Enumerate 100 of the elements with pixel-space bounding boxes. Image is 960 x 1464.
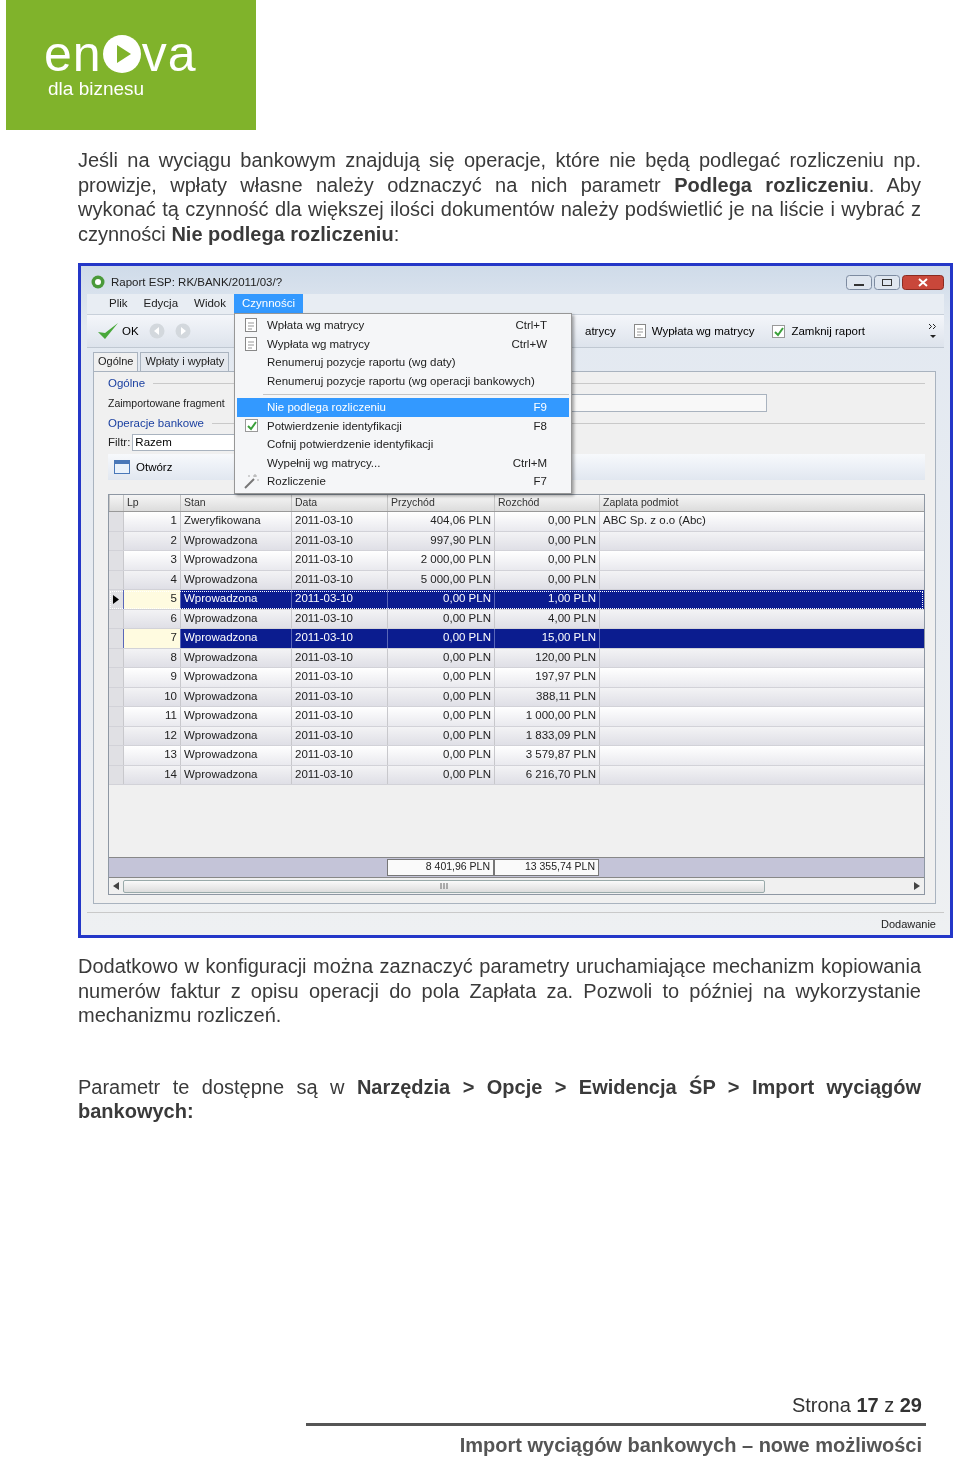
table-cell: 2011-03-10 bbox=[291, 570, 387, 589]
table-cell: 2011-03-10 bbox=[291, 609, 387, 628]
table-cell: 8 bbox=[123, 648, 180, 667]
table-cell: Wprowadzona bbox=[180, 648, 291, 667]
field-label: Zaimportowane fragment bbox=[108, 397, 224, 409]
menu-item[interactable]: Wypełnij wg matrycy... Ctrl+M bbox=[237, 453, 569, 472]
table-row[interactable]: 3 Wprowadzona 2011-03-10 2 000,00 PLN 0,00 PLN bbox=[109, 551, 924, 571]
forward-icon[interactable] bbox=[174, 323, 191, 339]
shortcut-label: F7 bbox=[533, 475, 547, 488]
table-cell: 0,00 PLN bbox=[387, 746, 494, 765]
menu-bar-item[interactable]: Edycja bbox=[135, 294, 187, 314]
scroll-right-icon[interactable] bbox=[914, 882, 920, 890]
status-text: Dodawanie bbox=[880, 918, 936, 930]
menu-item[interactable]: Renumeruj pozycje raportu (wg operacji bankowych) bbox=[237, 371, 569, 390]
total-value: 13 355,74 PLN bbox=[494, 859, 599, 876]
close-button[interactable] bbox=[902, 274, 944, 290]
table-row[interactable]: 5 Wprowadzona 2011-03-10 0,00 PLN 1,00 PLN bbox=[109, 590, 924, 610]
table-cell: 11 bbox=[123, 707, 180, 726]
table-cell: ABC Sp. z o.o (Abc) bbox=[599, 512, 924, 531]
table-cell: 2011-03-10 bbox=[291, 629, 387, 648]
column-header[interactable]: Stan bbox=[180, 495, 291, 511]
table-cell: 0,00 PLN bbox=[387, 648, 494, 667]
minimize-button[interactable] bbox=[846, 274, 872, 290]
logo-text: va bbox=[141, 28, 197, 80]
shortcut-label: Ctrl+W bbox=[511, 337, 547, 350]
menu-bar-item[interactable]: Plik bbox=[101, 294, 136, 314]
column-header[interactable]: Lp bbox=[123, 495, 180, 511]
column-header[interactable]: Przychód bbox=[387, 495, 494, 511]
table-row[interactable]: 7 Wprowadzona 2011-03-10 0,00 PLN 15,00 PLN bbox=[109, 629, 924, 649]
table-row[interactable]: 1 Zweryfikowana 2011-03-10 404,06 PLN 0,00 PLN ABC Sp. z o.o (Abc) bbox=[109, 512, 924, 532]
table-row[interactable]: 12 Wprowadzona 2011-03-10 0,00 PLN 1 833,09 PLN bbox=[109, 726, 924, 746]
menu-item[interactable]: Renumeruj pozycje raportu (wg daty) bbox=[237, 353, 569, 372]
table-row[interactable]: 14 Wprowadzona 2011-03-10 0,00 PLN 6 216,70 PLN bbox=[109, 765, 924, 785]
scroll-left-icon[interactable] bbox=[113, 882, 119, 890]
table-row[interactable]: 2 Wprowadzona 2011-03-10 997,90 PLN 0,00 PLN bbox=[109, 531, 924, 551]
table-cell: 4 bbox=[123, 570, 180, 589]
table-cell: 2011-03-10 bbox=[291, 746, 387, 765]
table-cell: Zweryfikowana bbox=[180, 512, 291, 531]
menu-item-label: Potwierdzenie identyfikacji bbox=[267, 419, 403, 432]
maximize-button[interactable] bbox=[874, 274, 900, 290]
tab[interactable]: Ogólne bbox=[93, 352, 139, 371]
table-cell: 0,00 PLN bbox=[387, 668, 494, 687]
tab[interactable]: Wpłaty i wypłaty bbox=[140, 352, 230, 371]
table-cell: 10 bbox=[123, 687, 180, 706]
shortcut-label: F8 bbox=[533, 419, 547, 432]
ok-button[interactable]: OK bbox=[97, 321, 139, 341]
play-circle-icon bbox=[101, 34, 142, 74]
grip-icon bbox=[440, 883, 448, 889]
document-icon bbox=[633, 324, 646, 338]
menu-item-label: Rozliczenie bbox=[267, 475, 327, 488]
table-cell: 2011-03-10 bbox=[291, 531, 387, 550]
column-header[interactable]: Zaplata podmiot bbox=[599, 495, 924, 511]
table-cell: 2011-03-10 bbox=[291, 707, 387, 726]
chevron-icon[interactable] bbox=[928, 321, 938, 341]
table-cell: Wprowadzona bbox=[180, 707, 291, 726]
menu-item[interactable]: Rozliczenie F7 bbox=[237, 472, 569, 491]
shortcut-label: Ctrl+M bbox=[512, 456, 547, 469]
checkbox-icon bbox=[244, 419, 258, 433]
document-icon bbox=[245, 318, 257, 333]
toolbar-button[interactable]: Zamknij raport bbox=[772, 324, 865, 338]
magic-wand-icon bbox=[243, 473, 259, 490]
table-cell: Wprowadzona bbox=[180, 726, 291, 745]
table-cell: Wprowadzona bbox=[180, 570, 291, 589]
menu-bar-item[interactable]: Widok bbox=[186, 294, 234, 314]
row-header[interactable] bbox=[109, 590, 123, 609]
column-header[interactable]: Rozchód bbox=[494, 495, 599, 511]
menu-item-label: Cofnij potwierdzenie identyfikacji bbox=[267, 438, 435, 451]
table-row[interactable]: 11 Wprowadzona 2011-03-10 0,00 PLN 1 000,00 PLN bbox=[109, 707, 924, 727]
menu-item-label: Wypłata wg matrycy bbox=[267, 337, 371, 350]
table-row[interactable]: 10 Wprowadzona 2011-03-10 0,00 PLN 388,11 PLN bbox=[109, 687, 924, 707]
open-button[interactable]: Otwórz bbox=[114, 460, 173, 474]
menu-item[interactable]: Potwierdzenie identyfikacji F8 bbox=[237, 416, 569, 435]
table-cell: 0,00 PLN bbox=[494, 531, 599, 550]
table-cell: 2011-03-10 bbox=[291, 551, 387, 570]
scrollbar-thumb[interactable] bbox=[123, 879, 765, 893]
table-cell: Wprowadzona bbox=[180, 629, 291, 648]
table-cell: 0,00 PLN bbox=[387, 707, 494, 726]
table-row[interactable]: 8 Wprowadzona 2011-03-10 0,00 PLN 120,00 PLN bbox=[109, 648, 924, 668]
table-cell: 2011-03-10 bbox=[291, 590, 387, 609]
toolbar-button[interactable]: Wypłata wg matrycy bbox=[633, 324, 755, 338]
table-cell: Wprowadzona bbox=[180, 551, 291, 570]
toolbar-button[interactable]: atrycy bbox=[585, 325, 616, 337]
column-header[interactable]: Data bbox=[291, 495, 387, 511]
table-cell: 120,00 PLN bbox=[494, 648, 599, 667]
back-icon[interactable] bbox=[148, 323, 165, 339]
table-row[interactable]: 6 Wprowadzona 2011-03-10 0,00 PLN 4,00 PLN bbox=[109, 609, 924, 629]
table-row[interactable]: 4 Wprowadzona 2011-03-10 5 000,00 PLN 0,00 PLN bbox=[109, 570, 924, 590]
table-row[interactable]: 13 Wprowadzona 2011-03-10 0,00 PLN 3 579,87 PLN bbox=[109, 746, 924, 766]
table-cell: 0,00 PLN bbox=[494, 570, 599, 589]
table-cell: 15,00 PLN bbox=[494, 629, 599, 648]
table-cell: Wprowadzona bbox=[180, 609, 291, 628]
table-cell: 0,00 PLN bbox=[387, 609, 494, 628]
table-cell: 388,11 PLN bbox=[494, 687, 599, 706]
table-cell: 0,00 PLN bbox=[387, 629, 494, 648]
section-heading: Operacje bankowe bbox=[108, 417, 204, 429]
table-cell: 3 bbox=[123, 551, 180, 570]
menu-item[interactable]: Wpłata wg matrycy Ctrl+T bbox=[237, 316, 569, 335]
table-row[interactable]: 9 Wprowadzona 2011-03-10 0,00 PLN 197,97 PLN bbox=[109, 668, 924, 688]
menu-item[interactable]: Wypłata wg matrycy Ctrl+W bbox=[237, 334, 569, 353]
field-label: Filtr: bbox=[108, 436, 131, 448]
